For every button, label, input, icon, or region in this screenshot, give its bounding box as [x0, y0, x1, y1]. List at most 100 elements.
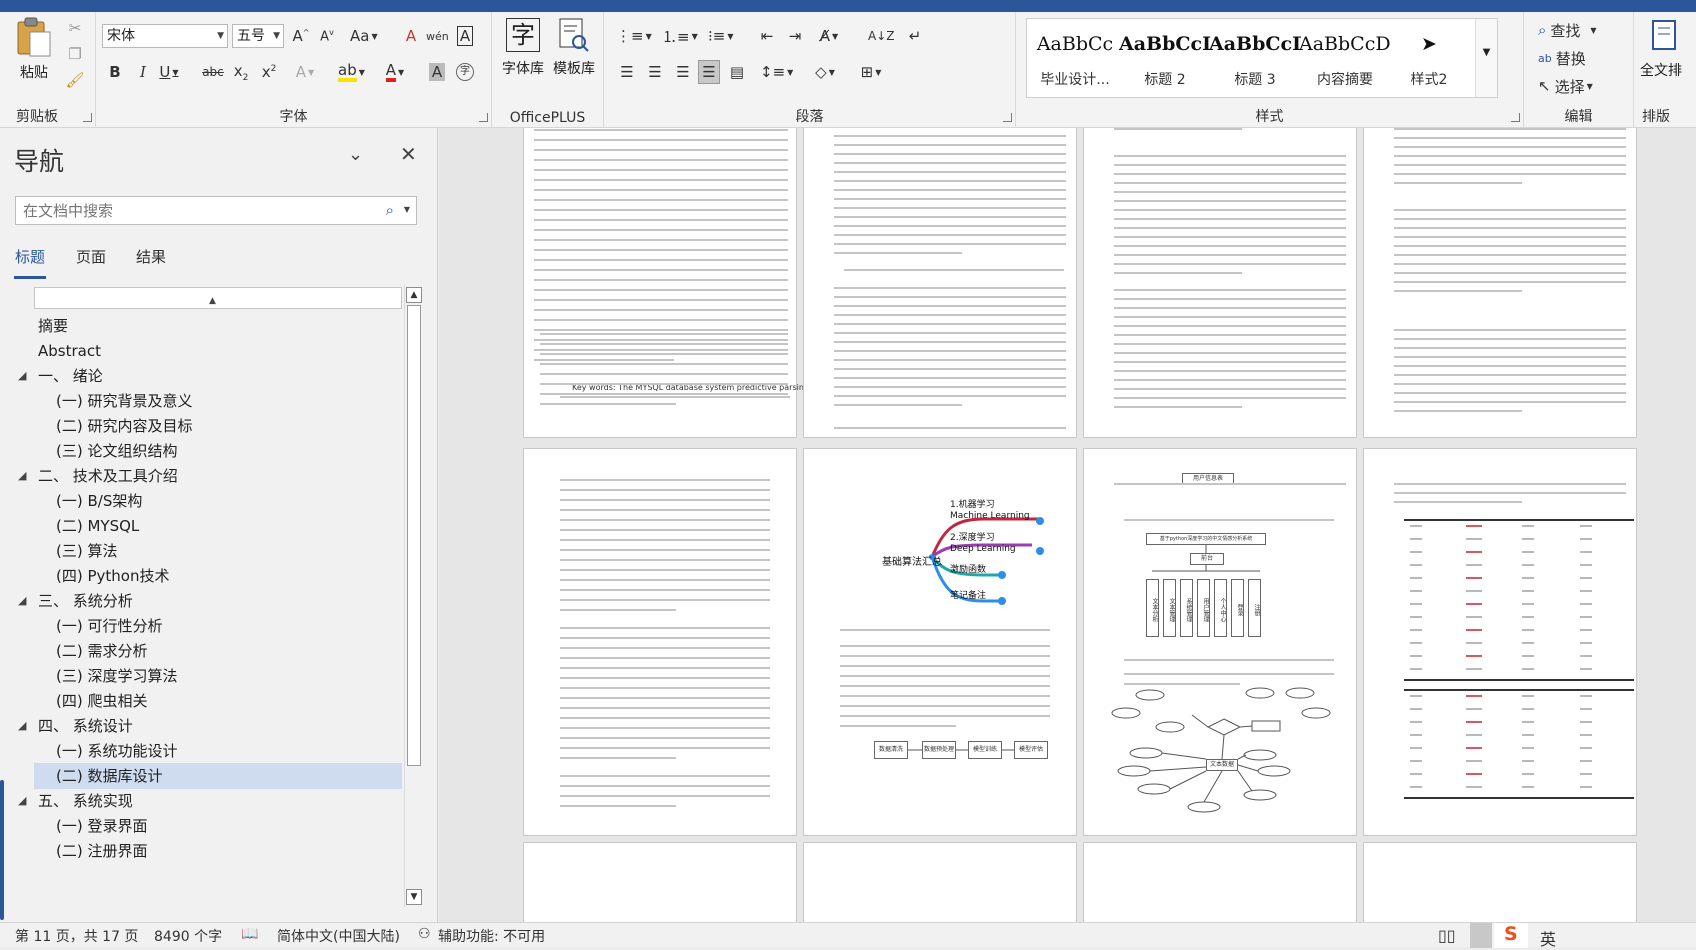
font-size-select[interactable]: 五号 ▼ [232, 24, 284, 48]
print-layout-button[interactable] [1470, 923, 1492, 948]
subscript-button[interactable]: x2 [230, 60, 252, 84]
word-count[interactable]: 8490 个字 [154, 926, 222, 946]
outline-item[interactable]: (一) 研究背景及意义 [34, 388, 402, 414]
outline-item[interactable]: (二) 研究内容及目标 [34, 413, 402, 439]
increase-indent-button[interactable]: ⇥ [784, 24, 806, 48]
read-mode-icon[interactable]: ▯▯ [1438, 926, 1456, 945]
collapse-triangle-icon[interactable]: ◢ [18, 463, 26, 489]
search-icon[interactable]: ⌕ [386, 201, 394, 219]
font-library-button[interactable]: 字 字体库 [498, 18, 548, 88]
scroll-down-button[interactable]: ▼ [406, 889, 422, 905]
find-button[interactable]: ⌕ 查找 ▼ [1538, 18, 1597, 42]
outline-item[interactable]: (一) 系统功能设计 [34, 738, 402, 764]
character-shading-button[interactable]: A [426, 60, 448, 84]
chinese-layout-button[interactable]: A̸ ▼ [818, 24, 840, 48]
paste-button[interactable]: 粘贴 [8, 16, 60, 96]
ime-mode[interactable]: 英 [1540, 926, 1556, 950]
copy-button[interactable]: ❐ [64, 42, 86, 66]
outline-item[interactable]: (三) 算法 [34, 538, 402, 564]
nav-scrollbar[interactable]: ▲ ▼ [404, 285, 422, 907]
style-item[interactable]: ➤ 样式2 [1389, 19, 1469, 97]
document-page-3[interactable] [1083, 128, 1357, 438]
nav-search-input[interactable] [16, 197, 366, 224]
style-item[interactable]: AaBbCc 毕业设计... [1029, 19, 1121, 97]
character-border-button[interactable]: A [454, 24, 476, 48]
document-page-11[interactable] [523, 842, 797, 922]
change-case-button[interactable]: Aa ▼ [350, 24, 378, 48]
outline-item[interactable]: (三) 论文组织结构 [34, 438, 402, 464]
bullets-button[interactable]: ⋮≡ ▼ [616, 24, 652, 48]
document-page-12[interactable] [803, 842, 1077, 922]
format-painter-button[interactable]: 🖌 [64, 68, 86, 92]
font-dialog-launcher[interactable] [479, 113, 488, 122]
outline-item[interactable]: (一) 登录界面 [34, 813, 402, 839]
document-page-6[interactable] [523, 448, 797, 836]
numbering-button[interactable]: ⒈≡ ▼ [662, 24, 698, 48]
page-count[interactable]: 第 11 页，共 17 页 [15, 926, 138, 946]
show-marks-button[interactable]: ↵ [904, 24, 926, 48]
collapse-triangle-icon[interactable]: ◢ [18, 588, 26, 614]
style-item[interactable]: AaBbCcI 标题 2 [1119, 19, 1211, 97]
style-item[interactable]: AaBbCcD 标题 3 [1209, 19, 1301, 97]
tab-results[interactable]: 结果 [136, 246, 166, 267]
align-center-button[interactable]: ☰ [644, 60, 666, 84]
document-page-13[interactable] [1083, 842, 1357, 922]
shrink-font-button[interactable]: Av [316, 24, 338, 48]
font-color-button[interactable]: A ▼ [384, 60, 406, 84]
paragraph-dialog-launcher[interactable] [1003, 113, 1012, 122]
line-spacing-button[interactable]: ↕≡ ▼ [760, 60, 793, 84]
outline-item[interactable]: ◢ 一、 绪论 [18, 363, 402, 389]
clipboard-dialog-launcher[interactable] [83, 113, 92, 122]
outline-item[interactable]: (二) 注册界面 [34, 838, 402, 864]
justify-button[interactable]: ☰ [698, 60, 720, 84]
enclose-characters-button[interactable]: 字 [454, 60, 476, 84]
sort-button[interactable]: A↓Z [868, 24, 894, 48]
shading-button[interactable]: ◇ ▼ [814, 60, 836, 84]
outline-item[interactable]: (二) 数据库设计 [34, 763, 402, 789]
outline-item[interactable]: ◢ 五、 系统实现 [18, 788, 402, 814]
document-page-8[interactable]: 基于python深度学习的中文情感分析系统 前台 用户信息表 文本数据 文本分析… [1083, 448, 1357, 836]
outline-item[interactable]: (四) Python技术 [34, 563, 402, 589]
outline-item[interactable]: (三) 深度学习算法 [34, 663, 402, 689]
document-page-2[interactable] [803, 128, 1077, 438]
nav-close-button[interactable]: ✕ [400, 142, 417, 166]
nav-options-button[interactable]: ⌄ [348, 144, 363, 165]
replace-button[interactable]: ab 替换 [1538, 46, 1586, 70]
collapse-triangle-icon[interactable]: ◢ [18, 713, 26, 739]
font-name-select[interactable]: 宋体 ▼ [102, 24, 228, 48]
borders-button[interactable]: ⊞ ▼ [860, 60, 882, 84]
document-page-1[interactable]: Key words: The MYSQL database system pre… [523, 128, 886, 438]
outline-item[interactable]: (二) 需求分析 [34, 638, 402, 664]
outline-item[interactable]: (二) MYSQL [34, 513, 402, 539]
superscript-button[interactable]: x2 [258, 60, 280, 84]
document-page-14[interactable] [1363, 842, 1637, 922]
styles-dialog-launcher[interactable] [1511, 113, 1520, 122]
outline-item[interactable]: (四) 爬虫相关 [34, 688, 402, 714]
document-page-4[interactable] [1363, 128, 1637, 438]
text-effects-button[interactable]: A ▼ [294, 60, 316, 84]
style-item[interactable]: AaBbCcDc 内容摘要 [1299, 19, 1391, 97]
proofing-icon[interactable]: 📖 [241, 926, 258, 942]
template-library-button[interactable]: 模板库 [548, 18, 600, 88]
gallery-more-button[interactable]: ▼ [1475, 19, 1497, 97]
multilevel-list-button[interactable]: ⁝≡ ▼ [708, 24, 734, 48]
distributed-button[interactable]: ▤ [726, 60, 748, 84]
tab-headings[interactable]: 标题 [15, 246, 45, 267]
grow-font-button[interactable]: A^ [290, 24, 312, 48]
accessibility-status[interactable]: 辅助功能: 不可用 [438, 926, 545, 946]
collapse-triangle-icon[interactable]: ◢ [18, 788, 26, 814]
select-button[interactable]: ↖ 选择 ▼ [1538, 74, 1593, 98]
decrease-indent-button[interactable]: ⇤ [756, 24, 778, 48]
outline-scroll-to-top[interactable]: ▲ [34, 287, 402, 309]
ime-logo[interactable]: S [1494, 923, 1528, 948]
bold-button[interactable]: B [104, 60, 126, 84]
outline-item[interactable]: Abstract [34, 338, 402, 364]
align-left-button[interactable]: ☰ [616, 60, 638, 84]
tab-pages[interactable]: 页面 [76, 246, 106, 267]
outline-item[interactable]: ◢ 三、 系统分析 [18, 588, 402, 614]
full-layout-button[interactable]: 全文排 [1640, 18, 1696, 90]
outline-item[interactable]: (一) B/S架构 [34, 488, 402, 514]
underline-button[interactable]: U ▼ [158, 60, 180, 84]
outline-item[interactable]: ◢ 二、 技术及工具介绍 [18, 463, 402, 489]
chevron-down-icon[interactable]: ▼ [404, 205, 410, 214]
